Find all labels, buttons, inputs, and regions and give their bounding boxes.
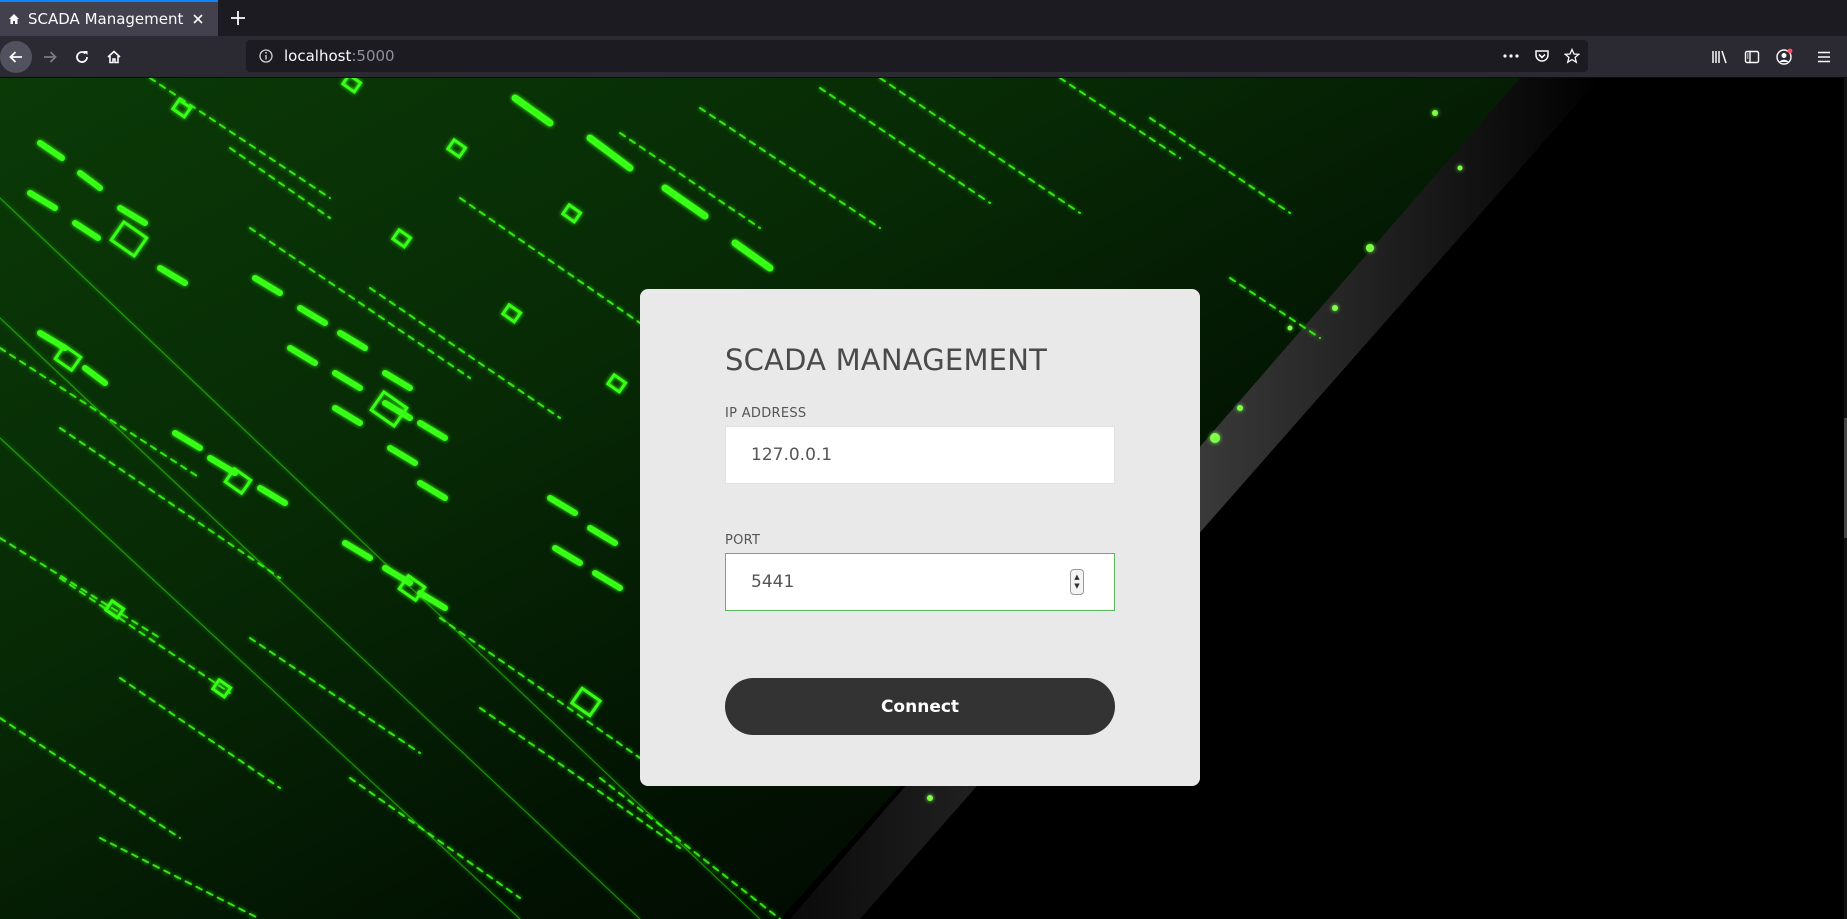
library-button[interactable] [1704, 41, 1736, 73]
sidebar-button[interactable] [1736, 41, 1768, 73]
url-bar[interactable]: localhost:5000 [246, 40, 1588, 72]
pocket-icon[interactable] [1534, 48, 1550, 64]
menu-button[interactable] [1808, 41, 1840, 73]
forward-arrow-icon [44, 51, 57, 63]
account-icon [1776, 48, 1793, 65]
chevron-up-icon[interactable]: ▲ [1074, 573, 1079, 582]
new-tab-button[interactable] [224, 4, 252, 32]
back-arrow-icon [9, 51, 22, 63]
port-label: PORT [725, 533, 761, 548]
tab-title: SCADA Management [28, 10, 184, 28]
tab-bar: SCADA Management [0, 0, 1847, 36]
ip-address-input[interactable] [725, 426, 1115, 484]
info-icon[interactable] [258, 48, 274, 64]
browser-tab[interactable]: SCADA Management [0, 0, 218, 36]
connect-button[interactable]: Connect [725, 678, 1115, 735]
reload-icon [76, 51, 88, 63]
port-stepper[interactable]: ▲ ▼ [1070, 569, 1084, 595]
more-dots-icon[interactable] [1502, 48, 1520, 64]
library-icon [1712, 50, 1727, 64]
close-tab-icon[interactable] [186, 7, 210, 31]
port-input[interactable] [725, 553, 1115, 611]
reload-button[interactable] [66, 41, 98, 73]
url-port: :5000 [351, 47, 395, 65]
home-button[interactable] [98, 41, 130, 73]
ip-address-label: IP ADDRESS [725, 406, 807, 421]
page-title: SCADA MANAGEMENT [725, 343, 1048, 377]
bookmark-star-icon[interactable] [1564, 48, 1580, 64]
back-button[interactable] [0, 41, 32, 73]
page-viewport: SCADA MANAGEMENT IP ADDRESS PORT ▲ ▼ Con… [0, 78, 1847, 919]
chevron-down-icon[interactable]: ▼ [1074, 582, 1079, 591]
sidebar-icon [1744, 50, 1760, 64]
home-icon [6, 11, 22, 27]
url-host: localhost [284, 47, 352, 65]
nav-bar: localhost:5000 [0, 36, 1847, 78]
plus-icon [231, 11, 245, 25]
home-icon [107, 50, 121, 64]
forward-button[interactable] [34, 41, 66, 73]
menu-icon [1818, 51, 1830, 63]
url-text[interactable]: localhost:5000 [284, 47, 395, 65]
login-card: SCADA MANAGEMENT IP ADDRESS PORT ▲ ▼ Con… [640, 289, 1200, 786]
account-button[interactable] [1768, 41, 1800, 73]
